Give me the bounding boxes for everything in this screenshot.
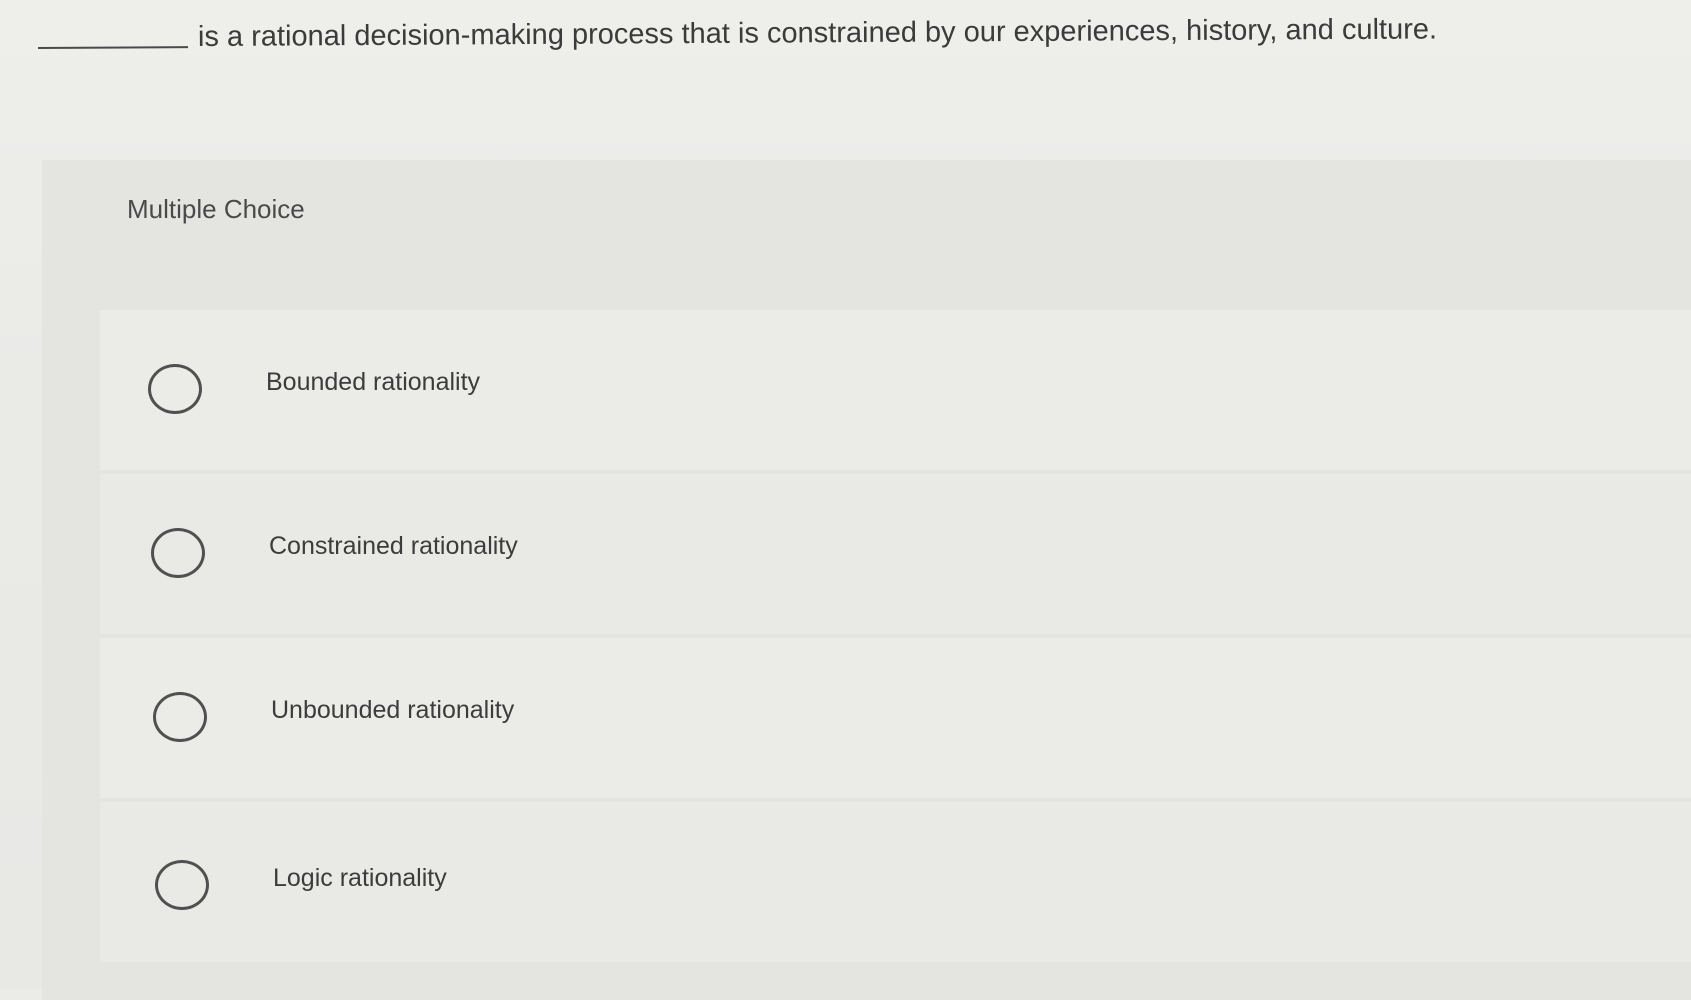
question-prompt: is a rational decision-making process th… — [37, 6, 1638, 60]
choice-label: Bounded rationality — [266, 368, 481, 396]
radio-button-icon[interactable] — [151, 528, 205, 578]
choice-option-1[interactable]: Bounded rationality — [100, 310, 1691, 470]
radio-button-icon[interactable] — [148, 364, 202, 414]
choice-label: Constrained rationality — [269, 532, 518, 560]
choice-label: Unbounded rationality — [271, 696, 515, 724]
answer-blank — [37, 16, 189, 49]
radio-button-icon[interactable] — [155, 860, 209, 910]
question-text: is a rational decision-making process th… — [197, 13, 1438, 54]
choice-option-4[interactable]: Logic rationality — [100, 802, 1691, 962]
quiz-page: is a rational decision-making process th… — [0, 0, 1691, 1000]
choice-option-3[interactable]: Unbounded rationality — [100, 638, 1691, 798]
question-type-label: Multiple Choice — [127, 194, 305, 224]
choice-option-2[interactable]: Constrained rationality — [100, 474, 1691, 634]
radio-button-icon[interactable] — [153, 692, 207, 742]
choice-label: Logic rationality — [273, 864, 447, 892]
